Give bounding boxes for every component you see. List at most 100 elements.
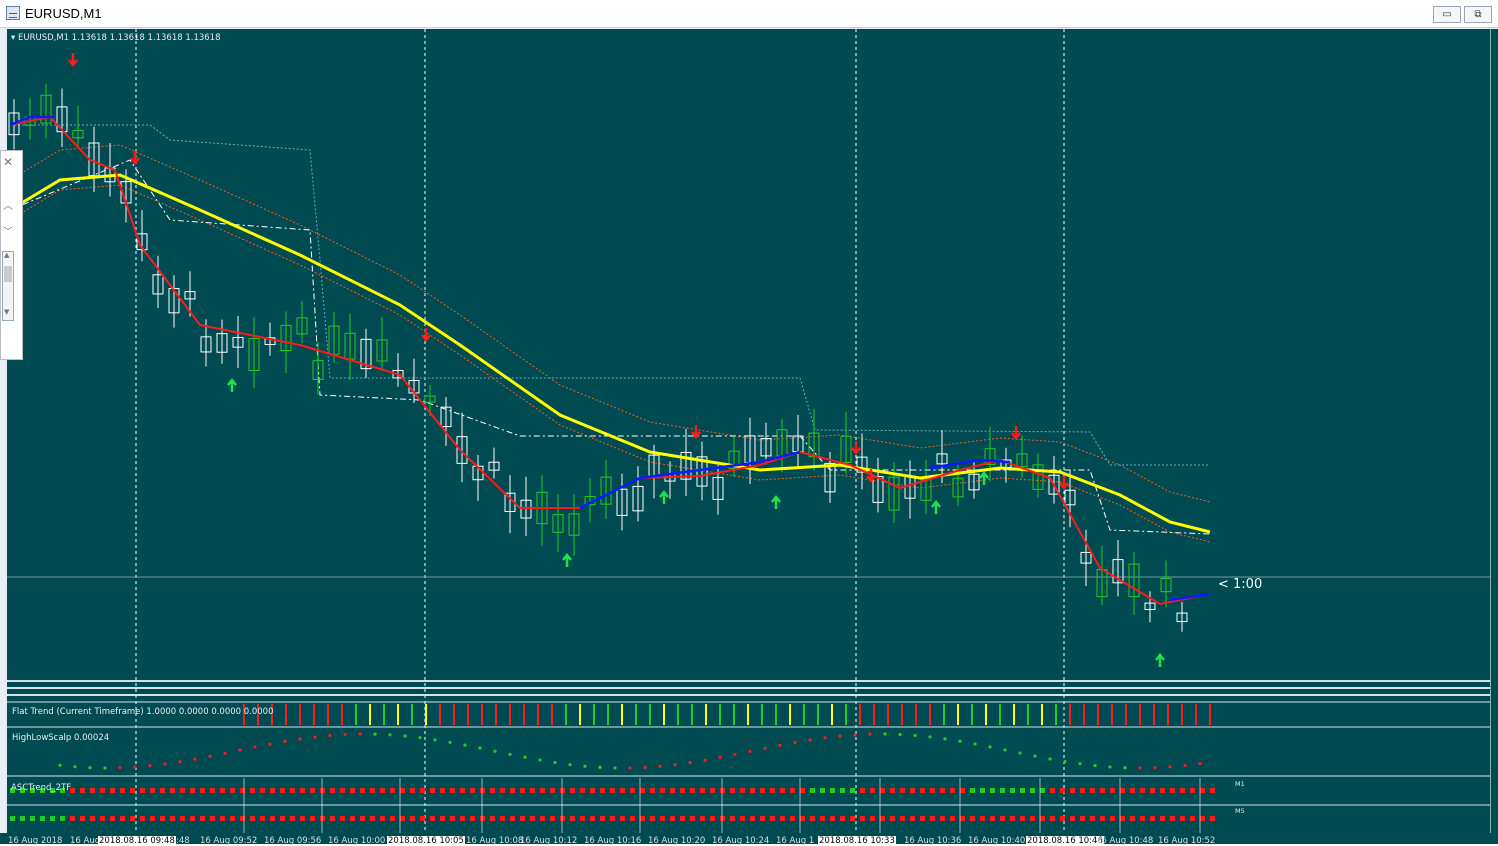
scroll-down-icon[interactable]: ▼ bbox=[4, 308, 9, 316]
scroll-up-icon[interactable]: ▲ bbox=[4, 251, 9, 259]
buy-arrow-icon bbox=[979, 470, 989, 485]
moving-averages bbox=[9, 115, 1211, 606]
asctrend-m1-square bbox=[520, 788, 525, 793]
scalp-dot bbox=[658, 764, 662, 768]
asctrend-m1-square bbox=[480, 788, 485, 793]
scroll-thumb[interactable] bbox=[4, 266, 12, 282]
asctrend-m1-square bbox=[1170, 788, 1175, 793]
buy-arrow-icon bbox=[659, 489, 669, 504]
asctrend-m5-square bbox=[1140, 816, 1145, 821]
time-tick-label: 16 Aug 10:48 bbox=[1096, 836, 1154, 846]
window-title: EURUSD,M1 bbox=[25, 6, 102, 21]
asctrend-m1-square bbox=[140, 788, 145, 793]
asctrend-m5-square bbox=[1060, 816, 1065, 821]
asctrend-m1-square bbox=[1180, 788, 1185, 793]
asctrend-m1-square bbox=[420, 788, 425, 793]
asctrend-m5-square bbox=[840, 816, 845, 821]
asctrend-m1-square bbox=[630, 788, 635, 793]
asctrend-m1-square bbox=[900, 788, 905, 793]
asctrend-m5-square bbox=[250, 816, 255, 821]
scalp-dot bbox=[553, 760, 557, 765]
side-panel-close-icon[interactable]: ✕ bbox=[3, 155, 13, 169]
chart-header: ▾ EURUSD,M1 1.13618 1.13618 1.13618 1.13… bbox=[11, 33, 221, 43]
asctrend-m5-square bbox=[860, 816, 865, 821]
scalp-dot bbox=[298, 737, 302, 741]
asctrend-m5-square bbox=[170, 816, 175, 821]
asctrend-m1-square bbox=[250, 788, 255, 793]
side-panel[interactable]: ✕ ︿ ﹀ ▲ ▼ bbox=[0, 150, 23, 360]
scalp-dot bbox=[1198, 761, 1202, 766]
asctrend-m1-square bbox=[550, 788, 555, 793]
asctrend-m1-square bbox=[1030, 788, 1035, 793]
asctrend-m5-square bbox=[750, 816, 755, 821]
asctrend-m5-square bbox=[700, 816, 705, 821]
scalp-dot bbox=[643, 765, 647, 769]
scalp-dot bbox=[928, 735, 932, 739]
asctrend-m5-square bbox=[260, 816, 265, 821]
asctrend-m5-square bbox=[490, 816, 495, 821]
asctrend-m5-square bbox=[960, 816, 965, 821]
asctrend-m5-square bbox=[900, 816, 905, 821]
asctrend-m5-square bbox=[90, 816, 95, 821]
asctrend-m5-square bbox=[600, 816, 605, 821]
asctrend-m5-square bbox=[10, 816, 15, 821]
asctrend-m5-square bbox=[800, 816, 805, 821]
asctrend-m5-square bbox=[950, 816, 955, 821]
asctrend-m5-square bbox=[670, 816, 675, 821]
asctrend-m1-square bbox=[1110, 788, 1115, 793]
asctrend-m1-square bbox=[710, 788, 715, 793]
scalp-dot bbox=[358, 732, 362, 736]
asctrend-m5-square bbox=[520, 816, 525, 821]
scalp-dot bbox=[178, 760, 182, 764]
asctrend-m5-square bbox=[270, 816, 275, 821]
chart-window-icon bbox=[6, 6, 20, 20]
asctrend-m1-square bbox=[380, 788, 385, 793]
asctrend-m5-square bbox=[570, 816, 575, 821]
price-scale[interactable] bbox=[1490, 29, 1498, 844]
asctrend-m5-square bbox=[810, 816, 815, 821]
slow-ma-line bbox=[9, 173, 1211, 534]
envelope-lower bbox=[9, 184, 1211, 543]
asctrend-m1-square bbox=[860, 788, 865, 793]
asctrend-m1-square bbox=[1150, 788, 1155, 793]
asctrend-m5-square bbox=[320, 816, 325, 821]
asctrend-m1-square bbox=[80, 788, 85, 793]
asctrend-m1-square bbox=[720, 788, 725, 793]
asctrend-m5-square bbox=[420, 816, 425, 821]
asctrend-m5-square bbox=[990, 816, 995, 821]
scalp-dot bbox=[253, 745, 257, 749]
scalp-dot bbox=[1048, 757, 1052, 761]
asctrend-label: ASCTrend_2TF bbox=[11, 783, 72, 793]
scalp-dot bbox=[463, 743, 467, 747]
asctrend-m1-square bbox=[390, 788, 395, 793]
chart-menu-icon[interactable]: ▾ bbox=[11, 33, 15, 43]
asctrend-m1-square bbox=[170, 788, 175, 793]
scalp-dot bbox=[1138, 766, 1142, 770]
asctrend-m1-square bbox=[640, 788, 645, 793]
asctrend-m5-square bbox=[220, 816, 225, 821]
asctrend-m5-square bbox=[1120, 816, 1125, 821]
price-chart[interactable]: ▾ EURUSD,M1 1.13618 1.13618 1.13618 1.13… bbox=[7, 29, 1490, 833]
side-panel-scrollbar[interactable]: ▲ ▼ bbox=[2, 251, 14, 321]
asctrend-m1-square bbox=[330, 788, 335, 793]
scalp-dot bbox=[1033, 754, 1037, 758]
restore-button[interactable]: ⧉ bbox=[1464, 6, 1492, 23]
side-panel-up-icon[interactable]: ︿ bbox=[3, 197, 13, 212]
asctrend-m1-square bbox=[760, 788, 765, 793]
asctrend-m1-square bbox=[310, 788, 315, 793]
side-panel-down-icon[interactable]: ﹀ bbox=[3, 223, 13, 238]
asctrend-m5-square bbox=[1110, 816, 1115, 821]
asctrend-m5-square bbox=[620, 816, 625, 821]
asctrend-m1-square bbox=[910, 788, 915, 793]
asctrend-m1-square bbox=[350, 788, 355, 793]
asctrend-m5-square bbox=[870, 816, 875, 821]
scalp-dot bbox=[118, 766, 122, 770]
asctrend-m1-square bbox=[940, 788, 945, 793]
asctrend-m5-square bbox=[1050, 816, 1055, 821]
title-bar[interactable]: EURUSD,M1 ▭ ⧉ bbox=[0, 0, 1498, 28]
asctrend-m5-square bbox=[230, 816, 235, 821]
asctrend-m1-square bbox=[1190, 788, 1195, 793]
asctrend-m1-square bbox=[800, 788, 805, 793]
asctrend-m5-square bbox=[310, 816, 315, 821]
minimize-button[interactable]: ▭ bbox=[1433, 6, 1461, 23]
